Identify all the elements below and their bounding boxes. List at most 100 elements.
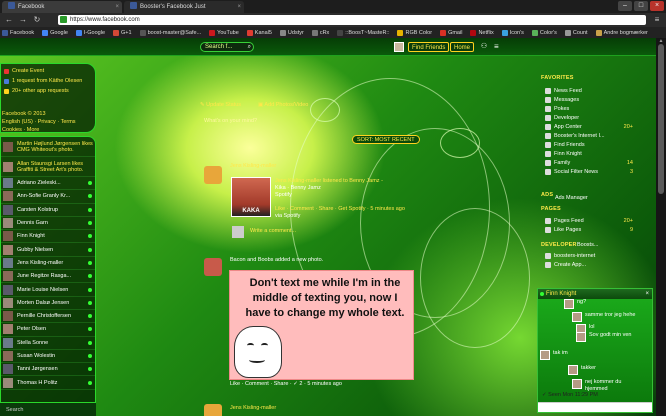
bookmark-item[interactable]: Netflix [470, 29, 494, 36]
bookmark-item[interactable]: Icon's [501, 29, 524, 36]
address-bar[interactable]: https://www.facebook.com [58, 15, 646, 25]
post-author-name[interactable]: Jens Kisling-maller [230, 405, 276, 411]
chat-search-input[interactable]: Search [0, 402, 96, 416]
post-author-avatar[interactable] [204, 258, 222, 276]
bookmark-item[interactable]: RGB Color [397, 29, 432, 36]
meme-image[interactable]: Don't text me while I'm in the middle of… [229, 270, 414, 380]
tab-booster[interactable]: Booster's Facebook Just × [124, 1, 244, 13]
search-icon[interactable]: ⌕ [248, 43, 251, 51]
chat-contact[interactable]: Thomas H Politz [1, 376, 95, 390]
chat-contact[interactable]: Susan Wolestin [1, 350, 95, 364]
bookmark-item[interactable]: Count [564, 29, 588, 36]
chat-contact[interactable]: June Regitze Rasga... [1, 270, 95, 284]
bookmark-item[interactable]: Kanal5 [246, 29, 272, 36]
sidebar-item[interactable]: Like Pages 9 [545, 225, 633, 234]
sidebar-item[interactable]: Messages [545, 95, 633, 104]
sidebar-item[interactable]: Pokes [545, 104, 633, 113]
close-chat-icon[interactable]: × [645, 289, 649, 299]
bookmark-item[interactable]: Facebook [2, 29, 34, 36]
bookmark-item[interactable]: YouTube [209, 29, 239, 36]
chat-contact[interactable]: Jens Kisling-maller [1, 257, 95, 271]
sidebar-item[interactable]: Find Friends [545, 140, 633, 149]
post-actions[interactable]: Like · Comment · Share · ✓ 2 · 5 minutes… [230, 381, 342, 387]
sidebar-item[interactable]: App Center 20+ [545, 122, 633, 131]
ads-manager-link[interactable]: Ads Manager [555, 193, 643, 202]
avatar [3, 377, 13, 388]
chat-contact[interactable]: Morten Dalsø Jensen [1, 297, 95, 310]
album-cover-image[interactable]: KAKA [231, 177, 271, 217]
chat-message-input[interactable] [538, 402, 652, 412]
bookmark-item[interactable]: Color's [531, 29, 557, 36]
chat-contact[interactable]: Marie Louise Nielsen [1, 283, 95, 297]
chat-contact[interactable]: Gubby Nielsen [1, 243, 95, 257]
chat-contact[interactable]: Adriano Zieleski... [1, 177, 95, 191]
bookmark-item[interactable]: G+1 [113, 29, 132, 36]
post-author-avatar[interactable] [204, 404, 222, 416]
sidebar-item[interactable]: News Feed [545, 86, 633, 95]
chat-contact[interactable]: Tanni Jørgensen [1, 363, 95, 377]
status-input[interactable]: What's on your mind? [204, 118, 257, 124]
create-event-link[interactable]: Create Event [4, 66, 92, 76]
bookmark-item[interactable]: I-Google [75, 29, 105, 36]
search-input[interactable]: Search f... ⌕ [200, 42, 254, 52]
sidebar-item[interactable]: Finn Knight [545, 149, 633, 158]
close-tab-icon[interactable]: × [115, 1, 119, 13]
wrench-menu-icon[interactable]: ≡ [652, 15, 662, 25]
close-window-icon[interactable]: × [650, 1, 664, 11]
forward-arrow-icon[interactable]: → [18, 15, 28, 25]
post-music-service[interactable]: Spotify [275, 192, 292, 199]
footer-links[interactable]: English (US) · Privacy · Terms [2, 118, 96, 126]
chat-contact[interactable]: Pernille Christoffersen [1, 310, 95, 324]
friend-requests-icon[interactable]: ⚇ [478, 42, 490, 52]
sidebar-item[interactable]: Developer [545, 113, 633, 122]
bookmark-item[interactable]: Gmail [440, 29, 462, 36]
post-author-avatar[interactable] [204, 166, 222, 184]
find-friends-button[interactable]: Find Friends [408, 42, 450, 52]
page-scrollbar[interactable]: ▲ [656, 38, 666, 416]
bookmark-item[interactable]: cRx [311, 29, 329, 36]
developer-extra[interactable]: Boosts... [577, 242, 598, 249]
profile-avatar[interactable] [394, 42, 404, 52]
friend-request-link[interactable]: 1 request from Käthe Olesen [4, 76, 92, 86]
app-requests-link[interactable]: 20+ other app requests [4, 86, 92, 96]
tab-facebook[interactable]: Facebook × [2, 1, 122, 13]
post-music-track[interactable]: Kika · Benny Jamz [275, 185, 321, 192]
bookmark-item[interactable]: boost-master@Safe... [139, 29, 201, 36]
reload-icon[interactable]: ↻ [32, 15, 42, 25]
chat-contact[interactable]: Dennis Garn [1, 217, 95, 231]
scroll-thumb[interactable] [658, 44, 664, 194]
sidebar-item[interactable]: Booster's Internet I... [545, 131, 633, 140]
bookmark-item[interactable]: ::BoosT~MasteR:: [337, 29, 389, 36]
chat-contact[interactable]: Martin Højlund Jørgensen likes CMG White… [1, 137, 95, 157]
sidebar-item[interactable]: Family 14 [545, 158, 633, 167]
chat-contact[interactable]: Peter Olsen [1, 323, 95, 337]
chat-contact[interactable]: Stella Sonne [1, 337, 95, 350]
sidebar-item[interactable]: Create App... [545, 260, 633, 269]
footer-links[interactable]: Cookies · More [2, 126, 96, 134]
chat-contact[interactable]: Finn Knight [1, 230, 95, 244]
write-comment-input[interactable]: Write a comment... [250, 228, 296, 235]
close-tab-icon[interactable]: × [237, 1, 241, 13]
chat-contact[interactable]: Allan Staunsgi Larsen likes Graffiti & S… [1, 157, 95, 177]
home-button[interactable]: Home [450, 42, 475, 52]
sidebar-item[interactable]: Pages Feed 20+ [545, 216, 633, 225]
minimize-icon[interactable]: – [618, 1, 632, 11]
chat-header[interactable]: Finn Knight × [538, 289, 652, 299]
post-author-name[interactable]: Jens Kisling-maller [230, 163, 276, 169]
update-status-link[interactable]: ✎ Update Status [200, 102, 241, 108]
bookmark-item[interactable]: Google [42, 29, 68, 36]
add-photos-link[interactable]: ▣ Add Photos/Video [258, 102, 308, 108]
sidebar-item[interactable]: boosters-internet [545, 251, 633, 260]
post-title[interactable]: Bacon and Boobs added a new photo. [230, 257, 323, 264]
sidebar-item[interactable]: Social Filter News 3 [545, 167, 633, 176]
post-actions[interactable]: Like · Comment · Share · Get Spotify · 5… [275, 206, 405, 213]
chat-contact[interactable]: Ann-Sofie Granly Kr... [1, 190, 95, 204]
maximize-icon[interactable]: □ [634, 1, 648, 11]
menu-icon[interactable]: ≡ [494, 42, 504, 52]
back-arrow-icon[interactable]: ← [4, 15, 14, 25]
sort-button[interactable]: SORT: MOST RECENT [352, 135, 420, 144]
bookmark-item[interactable]: Andre bogmærker [595, 29, 648, 36]
bookmark-item[interactable]: Udstyr [279, 29, 304, 36]
chat-contact[interactable]: Carsten Kolstrup [1, 204, 95, 217]
post-music-line[interactable]: Jens Kisling-maller listened to Benny Ja… [275, 178, 383, 185]
